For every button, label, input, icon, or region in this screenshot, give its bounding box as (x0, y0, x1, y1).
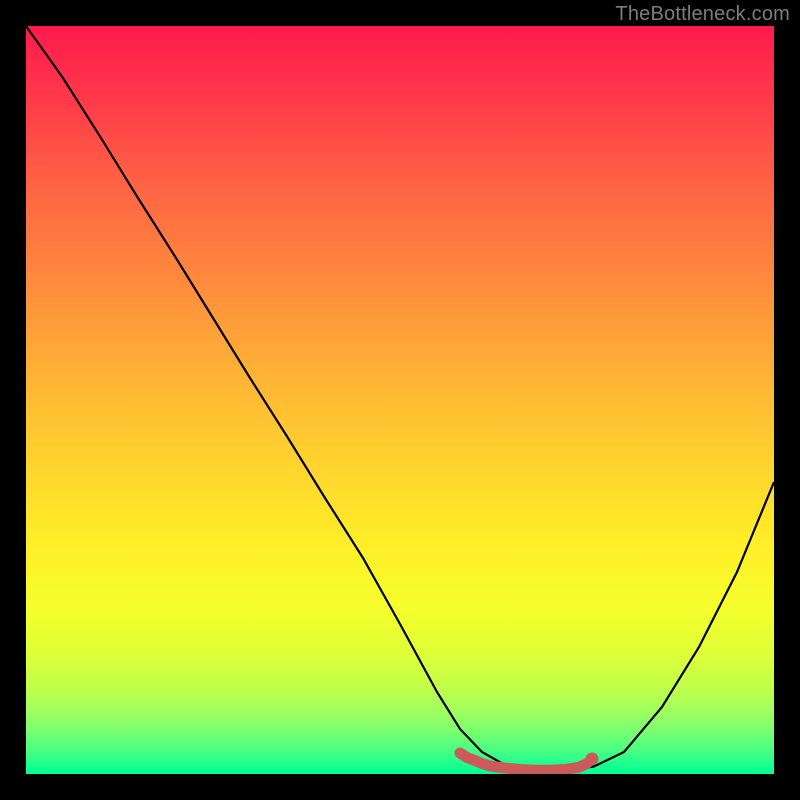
curve-svg (26, 26, 774, 774)
bottleneck-end-dot (586, 753, 599, 766)
gradient-plot-area (26, 26, 774, 774)
main-curve (26, 26, 774, 771)
bottleneck-marker (460, 753, 587, 770)
watermark-text: TheBottleneck.com (615, 3, 790, 26)
chart-frame: TheBottleneck.com (0, 0, 800, 800)
